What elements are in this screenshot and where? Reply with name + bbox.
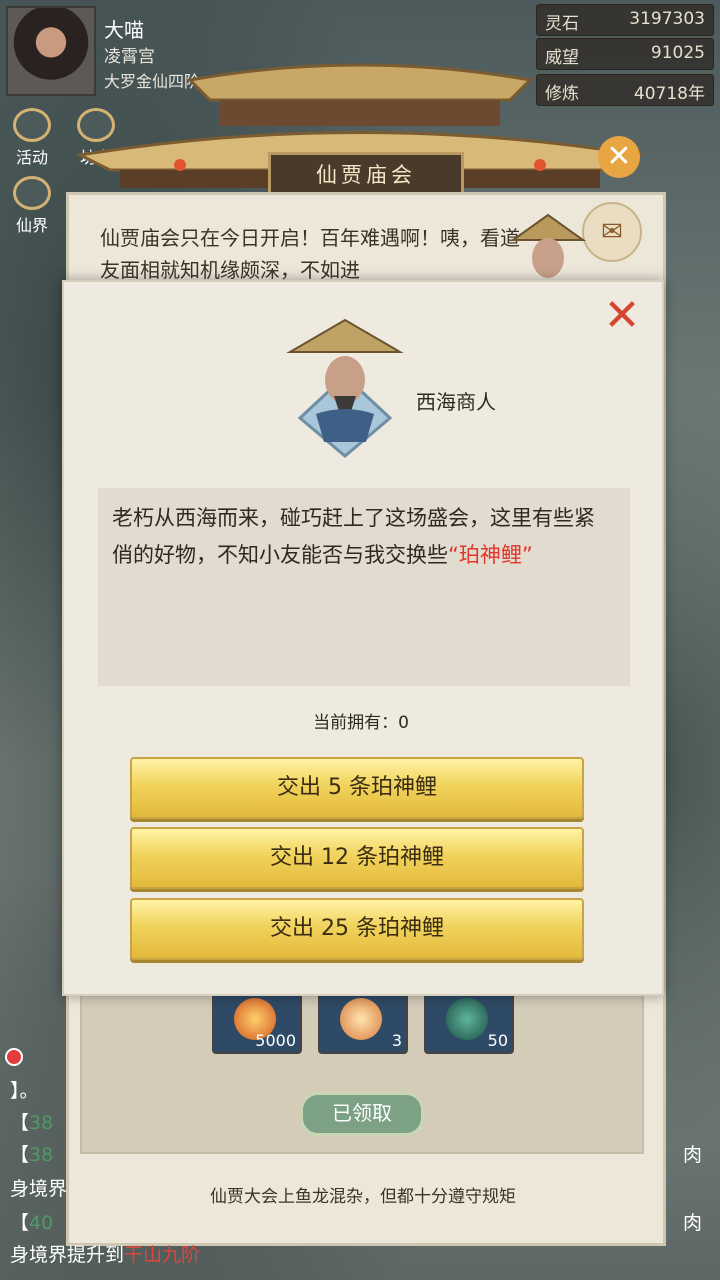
chat-level: 38	[29, 1112, 54, 1134]
player-name: 大喵	[104, 18, 144, 42]
reward-count: 5000	[255, 1031, 296, 1050]
reward-item-crystal[interactable]: 5000	[212, 992, 302, 1054]
dialog-highlight: “珀神鲤”	[448, 543, 533, 567]
hand-in-25-button[interactable]: 交出 25 条珀神鲤	[130, 898, 584, 960]
chat-text: 身境界提升到	[10, 1244, 125, 1266]
chat-line: 】。	[10, 1076, 39, 1103]
stat-spirit-stones: 灵石 3197303	[536, 4, 714, 36]
chat-bracket: 【	[10, 1144, 30, 1166]
jade-token-icon	[446, 998, 488, 1040]
chat-bracket: 】	[10, 1080, 20, 1102]
merchant-peek-icon	[509, 213, 587, 278]
fire-orb-icon	[340, 998, 382, 1040]
owned-count: 当前拥有：0	[313, 713, 409, 733]
stat-label: 灵石	[545, 14, 579, 34]
reward-item-jade[interactable]: 50	[424, 992, 514, 1054]
chat-line: 【40	[10, 1208, 53, 1235]
reward-item-orb[interactable]: 3	[318, 992, 408, 1054]
chat-line-tail: 肉	[682, 1212, 702, 1234]
notification-dot	[5, 1048, 23, 1066]
chat-level: 40	[29, 1212, 54, 1234]
hand-in-12-button[interactable]: 交出 12 条珀神鲤	[130, 827, 584, 889]
chat-bracket: 【	[10, 1112, 30, 1134]
scroll-icon[interactable]: ✉	[582, 202, 642, 262]
close-icon[interactable]: ✕	[600, 294, 644, 340]
reward-count: 50	[487, 1031, 508, 1050]
chat-level: 38	[29, 1144, 54, 1166]
chat-line-tail: 肉	[682, 1144, 702, 1166]
event-close-button[interactable]: ✕	[598, 136, 640, 178]
reward-count: 3	[391, 1031, 402, 1050]
chat-text: 。	[19, 1080, 39, 1102]
hand-in-5-button[interactable]: 交出 5 条珀神鲤	[130, 757, 584, 819]
npc-name: 西海商人	[416, 390, 496, 414]
chat-line: 【38	[10, 1108, 53, 1135]
footer-tip: 仙贾大会上鱼龙混杂，但都十分遵守规矩	[210, 1187, 516, 1207]
chat-line: 身境界提升到干山九阶	[10, 1240, 200, 1267]
dialog-text: 老朽从西海而来，碰巧赶上了这场盛会，这里有些紧俏的好物，不知小友能否与我交换些“…	[112, 500, 608, 574]
immortal-realm-label: 仙界	[15, 216, 48, 235]
chat-bracket: 【	[10, 1212, 30, 1234]
chat-line: 身境界	[10, 1178, 68, 1200]
merchant-portrait	[286, 318, 404, 458]
claimed-button[interactable]: 已领取	[300, 1092, 424, 1136]
event-intro-text: 仙贾庙会只在今日开启！百年难遇啊！咦，看道友面相就知机缘颇深，不如进	[100, 226, 520, 282]
chat-line: 【38	[10, 1140, 53, 1167]
stat-value: 3197303	[629, 9, 705, 29]
chat-realm-highlight: 干山九阶	[124, 1244, 201, 1266]
